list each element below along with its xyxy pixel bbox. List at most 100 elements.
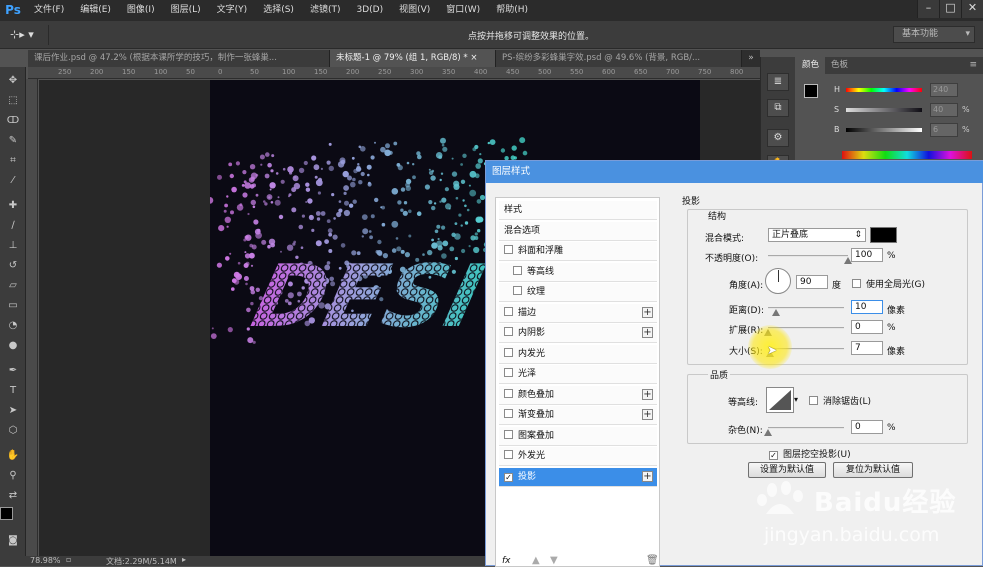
size-input[interactable]: 7 [851, 341, 883, 355]
hue-slider[interactable]: H 240 [796, 83, 983, 97]
add-effect-icon[interactable]: + [642, 388, 653, 400]
blur-tool-icon[interactable]: ◔ [3, 318, 23, 333]
add-effect-icon[interactable]: + [642, 470, 653, 482]
crop-tool-icon[interactable]: ⌗ [3, 153, 23, 168]
pen-tool-icon[interactable]: ✒ [3, 363, 23, 378]
style-item[interactable]: 光泽 [499, 365, 657, 384]
menu-layer[interactable]: 图层(L) [163, 0, 209, 21]
style-item[interactable]: 斜面和浮雕 [499, 242, 657, 261]
style-item[interactable]: 混合选项 [499, 221, 657, 241]
add-effect-icon[interactable]: + [642, 409, 653, 420]
menu-window[interactable]: 窗口(W) [438, 0, 488, 21]
noise-slider-thumb[interactable] [764, 429, 772, 436]
style-item[interactable]: 外发光 [499, 447, 657, 466]
style-item[interactable]: 等高线 [499, 262, 657, 282]
opacity-input[interactable]: 100 [851, 248, 883, 262]
style-item[interactable]: 内阴影 + [499, 324, 657, 343]
menu-edit[interactable]: 编辑(E) [72, 0, 119, 21]
move-up-icon[interactable]: ▲ [532, 555, 540, 566]
hue-value[interactable]: 240 [930, 83, 958, 97]
properties-panel-icon[interactable]: ⧉ [767, 99, 789, 117]
color-ramp[interactable] [842, 151, 972, 159]
gradient-tool-icon[interactable]: ▭ [3, 298, 23, 313]
history-brush-icon[interactable]: ↺ [3, 258, 23, 273]
tab-swatches[interactable]: 色板 [825, 57, 854, 74]
checkbox[interactable] [504, 347, 513, 357]
checkbox[interactable] [504, 409, 513, 418]
checkbox[interactable]: ✓ [504, 472, 513, 482]
brush-tool-icon[interactable]: ∕ [3, 218, 23, 233]
antialias-checkbox[interactable]: 消除锯齿(L) [809, 394, 871, 407]
tab-document-1[interactable]: 课后作业.psd @ 47.2% (根据本课所学的技巧，制作一张蜂巢... [28, 50, 330, 67]
style-item[interactable]: 颜色叠加 + [499, 385, 657, 405]
opacity-slider[interactable] [768, 255, 848, 257]
style-item[interactable]: 图案叠加 [499, 426, 657, 446]
shadow-color-swatch[interactable] [870, 227, 897, 243]
menu-file[interactable]: 文件(F) [26, 0, 72, 21]
quick-select-tool-icon[interactable]: ✎ [3, 133, 23, 148]
noise-slider[interactable] [768, 427, 844, 429]
checkbox[interactable] [504, 327, 513, 336]
quick-mask-icon[interactable]: ◙ [3, 533, 23, 548]
hand-tool-icon[interactable]: ✋ [3, 448, 23, 463]
menu-image[interactable]: 图像(I) [119, 0, 163, 21]
checkbox[interactable] [504, 306, 513, 316]
checkbox[interactable] [513, 265, 522, 275]
move-tool-preset-icon[interactable]: ⊹▸ ▾ [10, 28, 34, 41]
shape-tool-icon[interactable]: ⬡ [3, 423, 23, 438]
saturation-slider[interactable]: S 40 % [796, 103, 983, 117]
style-item[interactable]: 描边 + [499, 303, 657, 323]
checkbox[interactable]: ✓ [769, 451, 778, 460]
brightness-slider[interactable]: B 6 % [796, 123, 983, 137]
angle-dial[interactable] [765, 268, 791, 294]
checkbox[interactable] [504, 388, 513, 398]
close-icon[interactable]: × [470, 53, 477, 63]
fx-icon[interactable]: fx [502, 556, 511, 566]
style-item[interactable]: ✓ 投影 + [499, 467, 657, 487]
maximize-icon[interactable]: □ [939, 0, 961, 18]
path-select-icon[interactable]: ➤ [3, 403, 23, 418]
style-item[interactable]: 样式 [499, 201, 657, 220]
checkbox[interactable] [504, 245, 513, 254]
dodge-tool-icon[interactable]: ● [3, 338, 23, 353]
foreground-color-swatch[interactable] [0, 507, 13, 520]
blend-mode-select[interactable]: 正片叠底 ⇕ [768, 228, 866, 242]
history-panel-icon[interactable]: ≣ [767, 73, 789, 91]
type-tool-icon[interactable]: T [3, 383, 23, 398]
noise-input[interactable]: 0 [851, 420, 883, 434]
tab-document-2[interactable]: 未标题-1 @ 79% (组 1, RGB/8) * × [330, 50, 496, 67]
menu-3d[interactable]: 3D(D) [348, 0, 391, 21]
distance-input[interactable]: 10 [851, 300, 883, 314]
add-effect-icon[interactable]: + [642, 327, 653, 338]
checkbox[interactable] [513, 286, 522, 295]
swap-colors-icon[interactable]: ⇄ [3, 488, 23, 503]
spread-input[interactable]: 0 [851, 320, 883, 334]
tabs-overflow-icon[interactable]: » [742, 50, 760, 67]
menu-select[interactable]: 选择(S) [255, 0, 302, 21]
status-menu-icon[interactable]: ▸ [182, 555, 186, 564]
tab-color[interactable]: 颜色 [796, 57, 826, 74]
minimize-icon[interactable]: – [917, 0, 939, 18]
panel-menu-icon[interactable]: ≡ [969, 60, 977, 70]
trash-icon[interactable]: 🗑 [646, 555, 659, 566]
menu-view[interactable]: 视图(V) [391, 0, 438, 21]
menu-help[interactable]: 帮助(H) [488, 0, 536, 21]
checkbox[interactable] [504, 429, 513, 439]
contour-picker[interactable] [766, 387, 794, 413]
angle-input[interactable]: 90 [796, 275, 828, 289]
zoom-level[interactable]: 78.98% [30, 556, 61, 565]
lasso-tool-icon[interactable]: ↀ [3, 113, 23, 128]
zoom-tool-icon[interactable]: ⚲ [3, 468, 23, 483]
move-down-icon[interactable]: ▼ [550, 555, 558, 566]
add-effect-icon[interactable]: + [642, 306, 653, 318]
checkbox[interactable] [852, 279, 861, 288]
distance-slider-thumb[interactable] [772, 309, 780, 316]
chevron-down-icon[interactable]: ▾ [794, 395, 798, 404]
menu-type[interactable]: 文字(Y) [209, 0, 256, 21]
close-icon[interactable]: ✕ [961, 0, 983, 18]
marquee-tool-icon[interactable]: ⬚ [3, 93, 23, 108]
style-item[interactable]: 纹理 [499, 283, 657, 302]
style-item[interactable]: 渐变叠加 + [499, 406, 657, 425]
menu-filter[interactable]: 滤镜(T) [302, 0, 349, 21]
healing-brush-icon[interactable]: ✚ [3, 198, 23, 213]
